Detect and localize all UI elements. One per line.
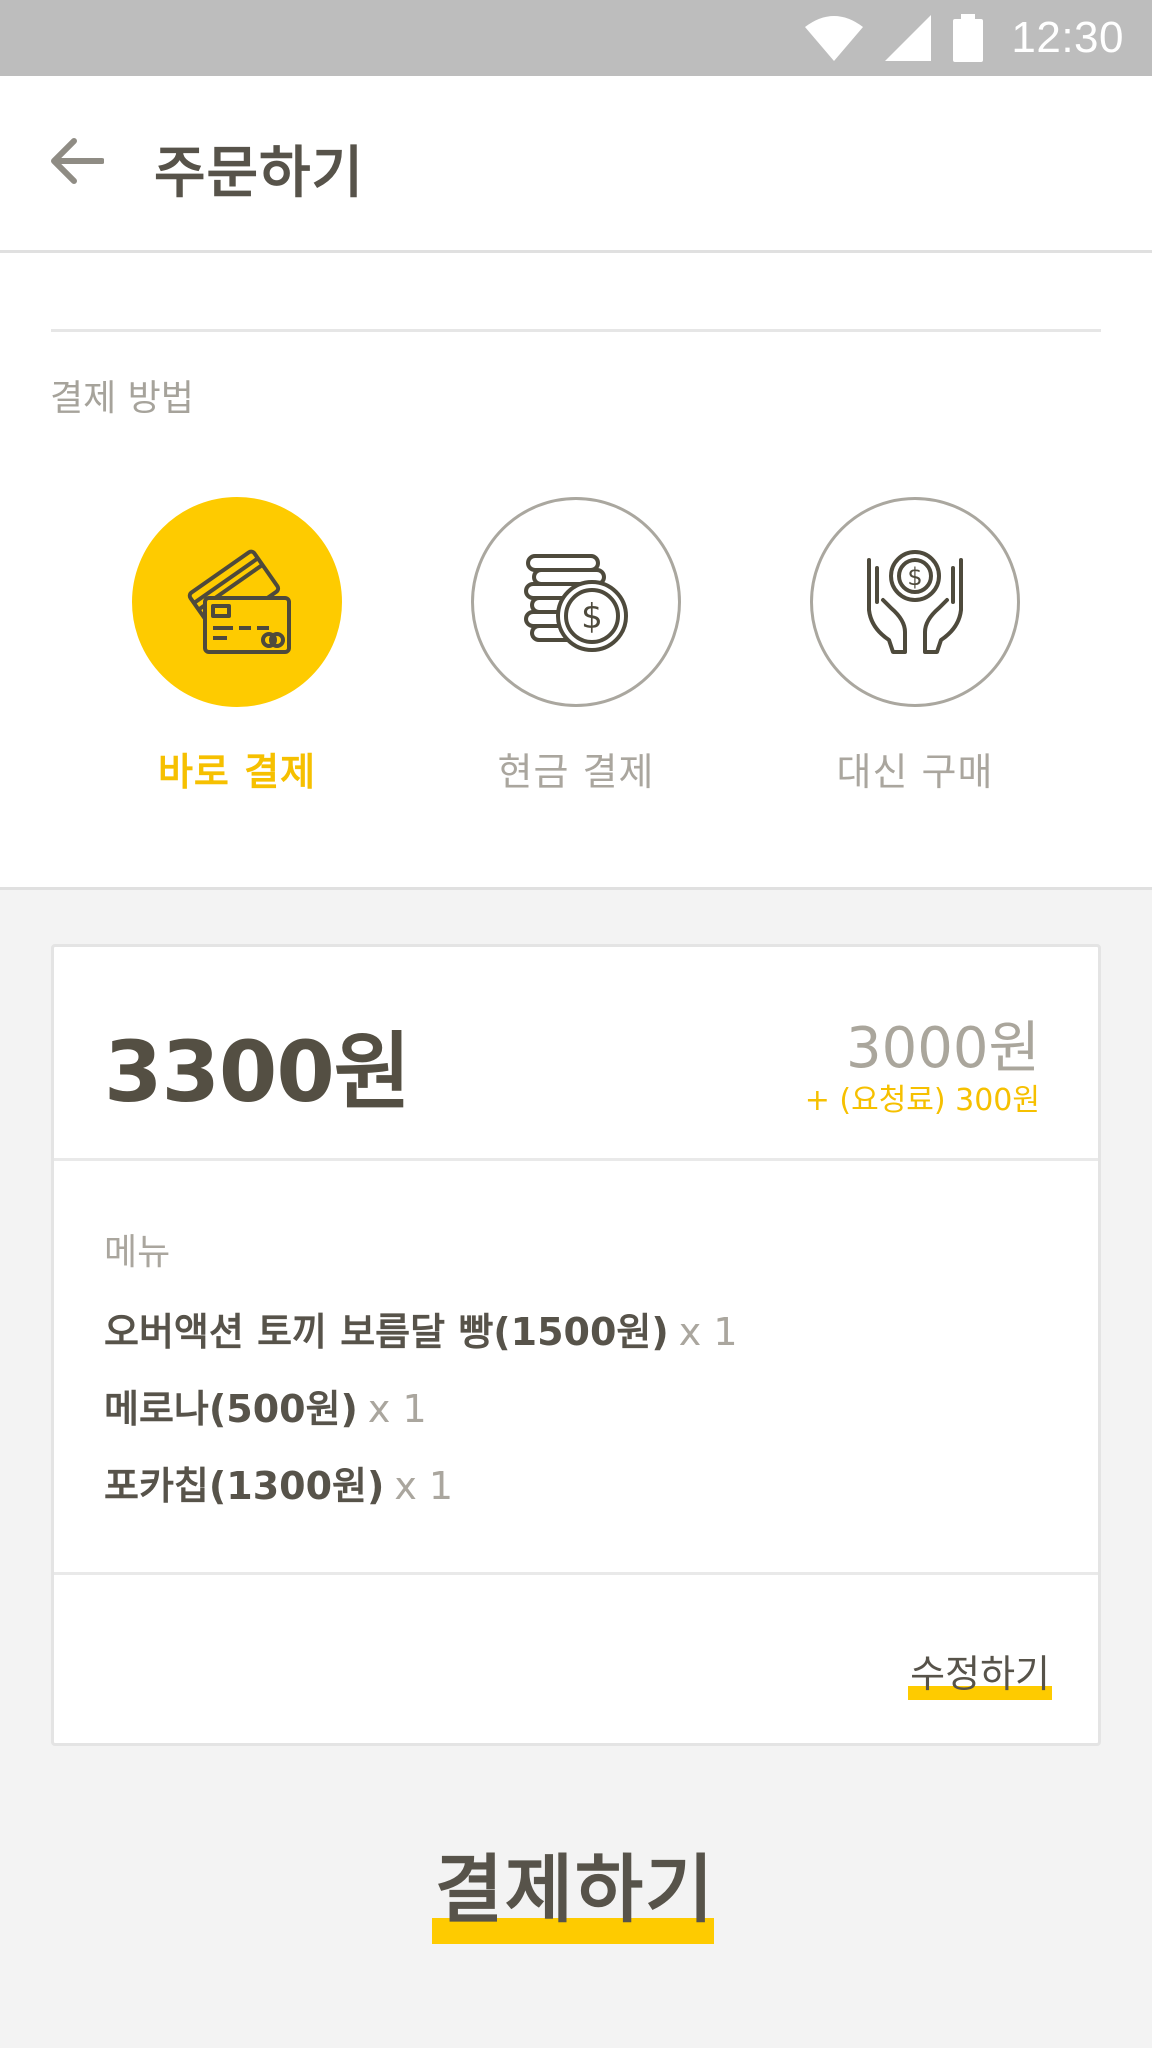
total-price: 3300원: [104, 1023, 411, 1121]
coins-icon: $: [524, 554, 628, 652]
menu-item-name: 메로나(500원): [104, 1387, 358, 1431]
status-time: 12:30: [1011, 13, 1124, 62]
payment-method-cash-label: 현금 결제: [497, 750, 655, 794]
arrow-left-icon: [51, 138, 104, 184]
status-bar: 12:30: [0, 0, 1152, 76]
cellular-signal-icon: [885, 15, 932, 61]
edit-order-button[interactable]: 수정하기: [908, 1643, 1052, 1700]
payment-method-proxy-label: 대신 구매: [836, 750, 994, 794]
list-item: 오버액션 토끼 보름달 빵(1500원) x 1: [104, 1301, 738, 1378]
payment-method-direct[interactable]: 바로 결제: [107, 497, 367, 796]
back-button[interactable]: [40, 131, 112, 191]
menu-item-qty: x 1: [678, 1310, 738, 1354]
payment-method-proxy[interactable]: $ 대신 구매: [785, 497, 1045, 796]
svg-text:$: $: [907, 563, 922, 591]
divider: [51, 329, 1101, 332]
hands-coin-icon: $: [867, 550, 963, 654]
request-fee: + (요청료) 300원: [804, 1083, 1040, 1118]
list-item: 포카칩(1300원) x 1: [104, 1455, 738, 1532]
svg-text:$: $: [581, 597, 603, 637]
menu-section: 메뉴 오버액션 토끼 보름달 빵(1500원) x 1 메로나(500원) x 1 …: [54, 1161, 1098, 1575]
wifi-icon: [805, 16, 864, 61]
subtotal-price: 3000원: [845, 1016, 1040, 1081]
menu-label: 메뉴: [104, 1232, 171, 1273]
payment-method-direct-circle: [132, 497, 342, 707]
menu-list: 오버액션 토끼 보름달 빵(1500원) x 1 메로나(500원) x 1 포카칩…: [104, 1301, 738, 1532]
payment-method-cash[interactable]: $ 현금 결제: [446, 497, 706, 796]
menu-item-qty: x 1: [394, 1464, 454, 1508]
page-title: 주문하기: [154, 141, 365, 206]
order-card: 3300원 3000원 + (요청료) 300원 메뉴 오버액션 토끼 보름달 …: [51, 944, 1101, 1746]
price-summary: 3300원 3000원 + (요청료) 300원: [54, 947, 1098, 1161]
menu-item-qty: x 1: [367, 1387, 427, 1431]
payment-method-label: 결제 방법: [50, 378, 194, 419]
payment-method-direct-label: 바로 결제: [157, 750, 317, 794]
app-bar: 주문하기: [0, 76, 1152, 253]
menu-item-name: 포카칩(1300원): [104, 1464, 385, 1508]
edit-order-label: 수정하기: [910, 1652, 1050, 1696]
battery-icon: [953, 14, 984, 62]
payment-method-section: 결제 방법 바로 결제 $ 현금 결제 $ 대신 구매: [0, 253, 1152, 890]
payment-method-proxy-circle: $: [810, 497, 1020, 707]
credit-card-icon: [187, 549, 291, 654]
payment-method-cash-circle: $: [471, 497, 681, 707]
list-item: 메로나(500원) x 1: [104, 1378, 738, 1455]
pay-button-label: 결제하기: [434, 1847, 716, 1933]
menu-item-name: 오버액션 토끼 보름달 빵(1500원): [104, 1310, 669, 1354]
pay-button[interactable]: 결제하기: [430, 1838, 720, 1948]
